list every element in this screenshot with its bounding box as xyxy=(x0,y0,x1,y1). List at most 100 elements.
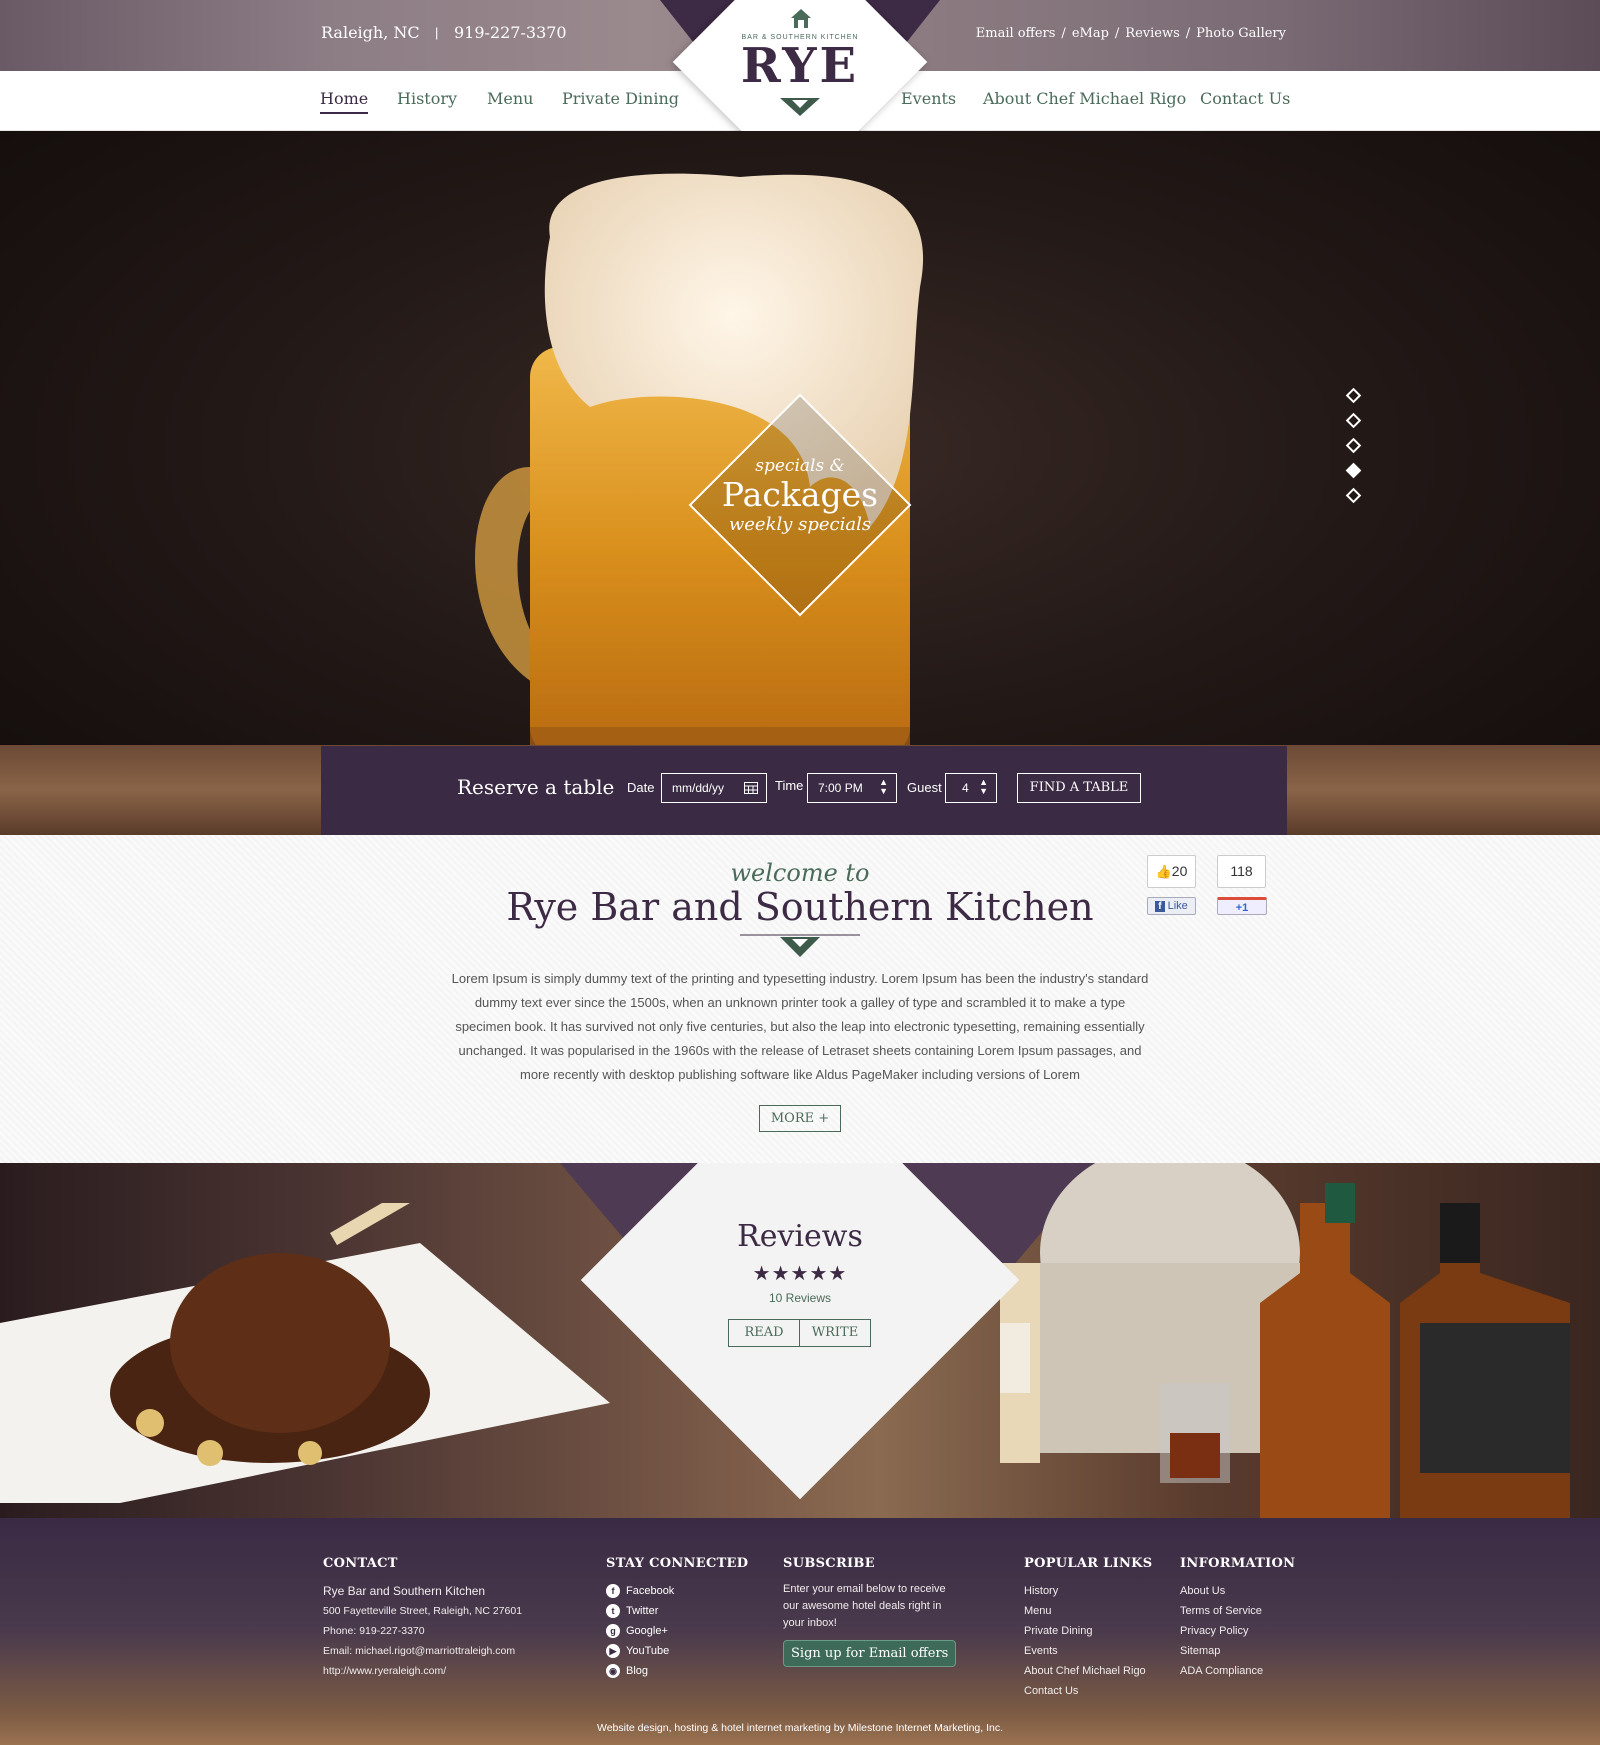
social-blog[interactable]: ◉ Blog xyxy=(606,1661,748,1681)
footer-subscribe: SUBSCRIBE Enter your email below to rece… xyxy=(783,1556,963,1667)
google-plus-icon: g xyxy=(606,1624,620,1638)
reviews-link[interactable]: Reviews xyxy=(1125,26,1179,41)
date-field[interactable]: mm/dd/yy xyxy=(661,773,767,803)
link-separator: / xyxy=(1061,26,1066,41)
find-table-button[interactable]: FIND A TABLE xyxy=(1017,773,1141,803)
subscribe-text: Enter your email below to receive our aw… xyxy=(783,1583,946,1629)
slider-dots xyxy=(1345,387,1362,515)
phone-link[interactable]: 919-227-3370 xyxy=(454,23,567,42)
calendar-icon[interactable] xyxy=(744,782,758,794)
contact-phone[interactable]: Phone: 919-227-3370 xyxy=(323,1621,522,1641)
photo-gallery-link[interactable]: Photo Gallery xyxy=(1196,26,1286,41)
specials-badge-text[interactable]: specials & Packages weekly specials xyxy=(660,456,940,535)
time-select[interactable]: 7:00 PM ▲ ▼ xyxy=(807,773,897,803)
information-heading: INFORMATION xyxy=(1180,1556,1296,1571)
footer-link-sitemap[interactable]: Sitemap xyxy=(1180,1641,1295,1661)
reviews-buttons: READ WRITE xyxy=(728,1319,871,1347)
social-label: Blog xyxy=(626,1665,649,1677)
footer-stay-connected: STAY CONNECTED f Facebook t Twitter g Googl… xyxy=(606,1556,748,1681)
footer-link-about-chef[interactable]: About Chef Michael Rigo xyxy=(1024,1661,1152,1681)
house-icon xyxy=(791,9,811,28)
nav-contact[interactable]: Contact Us xyxy=(1200,89,1290,108)
footer-link-ada[interactable]: ADA Compliance xyxy=(1180,1661,1295,1681)
nav-history[interactable]: History xyxy=(397,89,457,108)
reserve-title: Reserve a table xyxy=(457,775,615,799)
footer-link-menu[interactable]: Menu xyxy=(1024,1601,1152,1621)
nav-home[interactable]: Home xyxy=(320,89,369,114)
social-label: Google+ xyxy=(626,1625,668,1637)
reviews-title: Reviews xyxy=(737,1219,863,1254)
contact-email[interactable]: Email: michael.rigot@marriottraleigh.com xyxy=(323,1641,522,1661)
top-separator: | xyxy=(435,25,439,40)
guest-select[interactable]: 4 ▲ ▼ xyxy=(945,773,997,803)
footer-credit[interactable]: Website design, hosting & hotel internet… xyxy=(0,1722,1600,1734)
footer-link-private-dining[interactable]: Private Dining xyxy=(1024,1621,1152,1641)
footer-link-about-us[interactable]: About Us xyxy=(1180,1581,1295,1601)
social-label: Facebook xyxy=(626,1585,675,1597)
slide-dot-5[interactable] xyxy=(1345,487,1362,504)
reviews-count[interactable]: 10 Reviews xyxy=(650,1291,950,1305)
nav-private-dining[interactable]: Private Dining xyxy=(562,89,679,108)
welcome-title: Rye Bar and Southern Kitchen xyxy=(506,885,1094,929)
guest-label: Guest xyxy=(907,780,942,795)
location-text: Raleigh, NC xyxy=(321,23,420,42)
footer-information: INFORMATION About Us Terms of Service Pr… xyxy=(1180,1556,1295,1681)
footer-link-events[interactable]: Events xyxy=(1024,1641,1152,1661)
gplus-button[interactable]: +1 xyxy=(1217,897,1267,915)
link-separator: / xyxy=(1114,26,1120,41)
fb-count: 20 xyxy=(1171,863,1188,879)
welcome-subtitle: welcome to xyxy=(730,859,870,887)
link-separator: / xyxy=(1185,26,1191,41)
slide-dot-4[interactable] xyxy=(1345,462,1362,479)
write-review-button[interactable]: WRITE xyxy=(800,1320,870,1346)
slide-dot-3[interactable] xyxy=(1345,437,1362,454)
youtube-icon: ▶ xyxy=(606,1644,620,1658)
footer-link-privacy[interactable]: Privacy Policy xyxy=(1180,1621,1295,1641)
ornament-chevron-icon xyxy=(740,934,860,957)
logo[interactable]: BAR & SOUTHERN KITCHEN RYE xyxy=(700,34,900,91)
slide-dot-2[interactable] xyxy=(1345,412,1362,429)
contact-url[interactable]: http://www.ryeraleigh.com/ xyxy=(323,1661,522,1681)
updown-icon: ▲ ▼ xyxy=(979,777,988,796)
logo-chevron-icon xyxy=(780,98,820,116)
badge-line-2: Packages xyxy=(721,475,879,514)
nav-menu[interactable]: Menu xyxy=(487,89,533,108)
social-twitter[interactable]: t Twitter xyxy=(606,1601,748,1621)
welcome-section: welcome to Rye Bar and Southern Kitchen … xyxy=(0,835,1600,1163)
facebook-icon: f xyxy=(606,1584,620,1598)
rating-stars-icon: ★★★★★ xyxy=(752,1263,848,1285)
food-plate-image xyxy=(0,1203,610,1503)
footer-popular-links: POPULAR LINKS History Menu Private Dinin… xyxy=(1024,1556,1152,1701)
thumbs-up-icon: 👍 xyxy=(1155,864,1172,879)
facebook-icon: f xyxy=(1155,901,1165,912)
contact-heading: CONTACT xyxy=(323,1556,398,1571)
badge-line-3: weekly specials xyxy=(728,514,872,535)
social-youtube[interactable]: ▶ YouTube xyxy=(606,1641,748,1661)
slide-dot-1[interactable] xyxy=(1345,387,1362,404)
signup-email-button[interactable]: Sign up for Email offers xyxy=(783,1640,957,1667)
popular-links-heading: POPULAR LINKS xyxy=(1024,1556,1153,1571)
twitter-icon: t xyxy=(606,1604,620,1618)
emap-link[interactable]: eMap xyxy=(1072,26,1109,41)
footer-link-terms[interactable]: Terms of Service xyxy=(1180,1601,1295,1621)
date-label: Date xyxy=(627,780,655,795)
email-offers-link[interactable]: Email offers xyxy=(976,26,1056,41)
gplus-count: 118 xyxy=(1217,855,1266,888)
time-value: 7:00 PM xyxy=(818,781,863,795)
nav-about-chef[interactable]: About Chef Michael Rigo xyxy=(983,89,1186,108)
reserve-bar: Reserve a table Date mm/dd/yy Time 7:00 … xyxy=(321,746,1287,835)
social-facebook[interactable]: f Facebook xyxy=(606,1581,748,1601)
fb-like-button[interactable]: f Like xyxy=(1147,897,1196,915)
time-label: Time xyxy=(775,778,804,793)
footer-link-contact[interactable]: Contact Us xyxy=(1024,1681,1152,1701)
more-button[interactable]: MORE + xyxy=(759,1105,841,1132)
social-googleplus[interactable]: g Google+ xyxy=(606,1621,748,1641)
hero-slider: specials & Packages weekly specials xyxy=(0,131,1600,835)
social-label: Twitter xyxy=(626,1605,659,1617)
footer-link-history[interactable]: History xyxy=(1024,1581,1152,1601)
stay-connected-heading: STAY CONNECTED xyxy=(606,1556,749,1571)
fb-like-label: Like xyxy=(1167,900,1188,912)
contact-name: Rye Bar and Southern Kitchen xyxy=(323,1584,486,1598)
nav-events[interactable]: Events xyxy=(901,89,956,108)
read-reviews-button[interactable]: READ xyxy=(729,1320,800,1346)
